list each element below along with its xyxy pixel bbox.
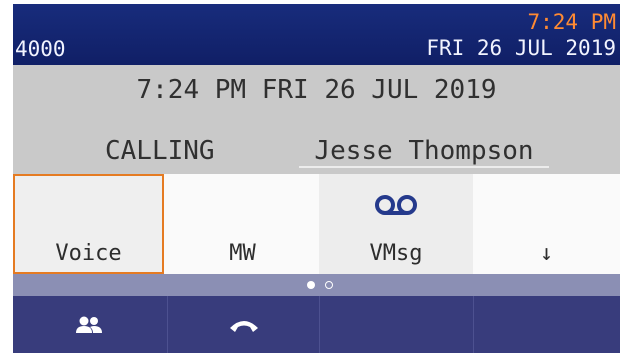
function-button-4[interactable] — [473, 296, 621, 353]
call-info-panel: 7:24 PM FRI 26 JUL 2019 CALLING Jesse Th… — [13, 65, 620, 174]
softkey-mw[interactable]: MW — [167, 174, 318, 274]
call-status-row: CALLING Jesse Thompson — [13, 136, 620, 172]
softkey-vmsg-label: VMsg — [369, 241, 423, 266]
function-bar — [13, 296, 620, 353]
contacts-button[interactable] — [13, 296, 164, 353]
page-dot-inactive — [325, 281, 333, 289]
header-date: FRI 26 JUL 2019 — [426, 36, 616, 60]
phone-screen: 4000 7:24 PM FRI 26 JUL 2019 7:24 PM FRI… — [13, 4, 620, 353]
softkey-voice[interactable]: Voice — [13, 174, 164, 274]
softkey-bar: Voice MW VMsg ↓ — [13, 174, 620, 274]
page-dot-active — [307, 281, 315, 289]
status-header: 4000 7:24 PM FRI 26 JUL 2019 — [13, 4, 620, 65]
softkey-voice-label: Voice — [55, 241, 122, 266]
hang-up-button[interactable] — [167, 296, 319, 353]
page-indicator — [13, 274, 620, 296]
softkey-vmsg[interactable]: VMsg — [319, 174, 473, 274]
header-time: 7:24 PM — [527, 10, 616, 34]
softkey-mw-label: MW — [229, 241, 256, 266]
contacts-icon — [74, 316, 104, 338]
call-datetime: 7:24 PM FRI 26 JUL 2019 — [136, 75, 497, 105]
extension-number: 4000 — [15, 37, 66, 61]
hang-up-icon — [229, 316, 259, 338]
function-button-3[interactable] — [319, 296, 471, 353]
softkey-more[interactable]: ↓ — [473, 174, 620, 274]
voicemail-icon — [375, 193, 417, 223]
call-state: CALLING — [105, 136, 215, 166]
caller-name: Jesse Thompson — [299, 136, 549, 168]
softkey-more-label: ↓ — [539, 241, 554, 266]
